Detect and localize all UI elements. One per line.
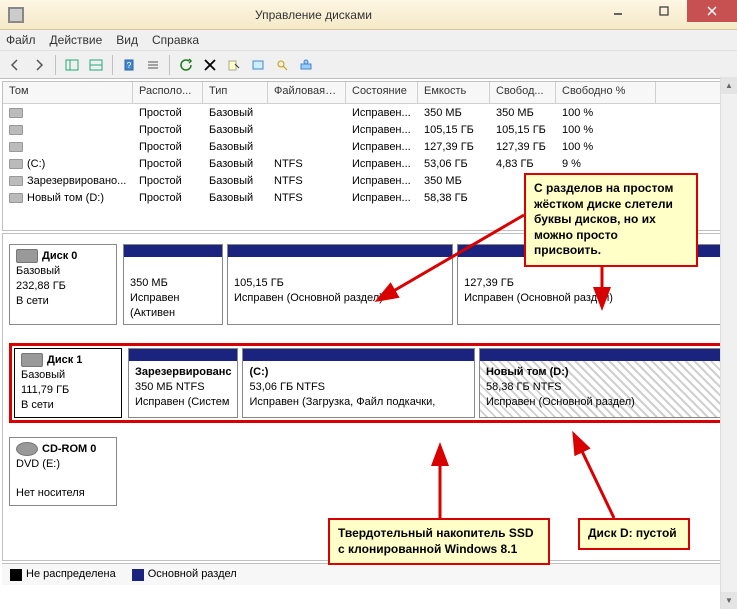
col-volume[interactable]: Том [3,82,133,103]
list-icon[interactable] [142,54,164,76]
disk0-part1[interactable]: 105,15 ГБИсправен (Основной раздел) [227,244,453,325]
refresh-icon[interactable] [175,54,197,76]
close-button[interactable] [687,0,737,22]
table-header: Том Располо... Тип Файловая с... Состоян… [3,82,734,104]
volume-icon [9,193,23,203]
menubar: Файл Действие Вид Справка [0,30,737,51]
disk1-part1[interactable]: (C:)53,06 ГБ NTFSИсправен (Загрузка, Фай… [242,348,475,417]
scan-icon[interactable] [271,54,293,76]
legend-primary: Основной раздел [132,568,237,580]
scroll-up-icon[interactable]: ▲ [721,77,737,94]
scroll-down-icon[interactable]: ▼ [721,592,737,609]
col-layout[interactable]: Располо... [133,82,203,103]
settings-icon[interactable] [247,54,269,76]
disk1-info[interactable]: Диск 1 Базовый 111,79 ГБ В сети [14,348,122,417]
menu-view[interactable]: Вид [116,33,138,47]
panel2-icon[interactable] [85,54,107,76]
menu-help[interactable]: Справка [152,33,199,47]
app-icon [8,7,24,23]
disk-row-1: Диск 1 Базовый 111,79 ГБ В сети Зарезерв… [14,348,723,417]
disk-panel: Диск 0 Базовый 232,88 ГБ В сети 350 МБИс… [2,233,735,561]
annotation-3: Диск D: пустой [578,518,690,550]
disk-icon [21,353,43,367]
col-pct[interactable]: Свободно % [556,82,656,103]
table-row[interactable]: ПростойБазовыйИсправен...350 МБ350 МБ100… [3,104,734,121]
vertical-scrollbar[interactable]: ▲ ▼ [720,77,737,609]
svg-text:?: ? [127,61,132,70]
properties-icon[interactable] [223,54,245,76]
volume-icon [9,108,23,118]
volume-icon [9,176,23,186]
disk0-info[interactable]: Диск 0 Базовый 232,88 ГБ В сети [9,244,117,325]
separator [112,55,113,75]
help-icon[interactable]: ? [118,54,140,76]
minimize-button[interactable] [595,0,641,22]
col-status[interactable]: Состояние [346,82,418,103]
col-fs[interactable]: Файловая с... [268,82,346,103]
volume-icon [9,142,23,152]
col-free[interactable]: Свобод... [490,82,556,103]
annotation-2: Твердотельный накопитель SSD с клонирова… [328,518,550,565]
maximize-button[interactable] [641,0,687,22]
volume-icon [9,159,23,169]
separator [55,55,56,75]
table-row[interactable]: ПростойБазовыйИсправен...105,15 ГБ105,15… [3,121,734,138]
menu-file[interactable]: Файл [6,33,36,47]
table-row[interactable]: ПростойБазовыйИсправен...127,39 ГБ127,39… [3,138,734,155]
panel1-icon[interactable] [61,54,83,76]
cdrom-icon [16,442,38,456]
table-row[interactable]: (C:)ПростойБазовыйNTFSИсправен...53,06 Г… [3,155,734,172]
separator [169,55,170,75]
legend-unalloc: Не распределена [10,568,116,580]
col-capacity[interactable]: Емкость [418,82,490,103]
back-icon[interactable] [4,54,26,76]
delete-icon[interactable] [199,54,221,76]
disk1-part0[interactable]: Зарезервированс350 МБ NTFSИсправен (Сист… [128,348,238,417]
menu-action[interactable]: Действие [50,33,103,47]
action-icon[interactable] [295,54,317,76]
legend: Не распределена Основной раздел [2,563,735,585]
window-title: Управление дисками [32,8,595,22]
disk-icon [16,249,38,263]
disk1-highlight: Диск 1 Базовый 111,79 ГБ В сети Зарезерв… [9,343,728,422]
annotation-1: С разделов на простом жёстком диске слет… [524,173,698,267]
cdrom-row: CD-ROM 0 DVD (E:) Нет носителя [9,437,728,506]
disk0-part0[interactable]: 350 МБИсправен (Активен [123,244,223,325]
col-type[interactable]: Тип [203,82,268,103]
titlebar: Управление дисками [0,0,737,30]
toolbar: ? [0,51,737,79]
forward-icon[interactable] [28,54,50,76]
volume-icon [9,125,23,135]
cdrom-info[interactable]: CD-ROM 0 DVD (E:) Нет носителя [9,437,117,506]
disk1-part2[interactable]: Новый том (D:)58,38 ГБ NTFSИсправен (Осн… [479,348,723,417]
